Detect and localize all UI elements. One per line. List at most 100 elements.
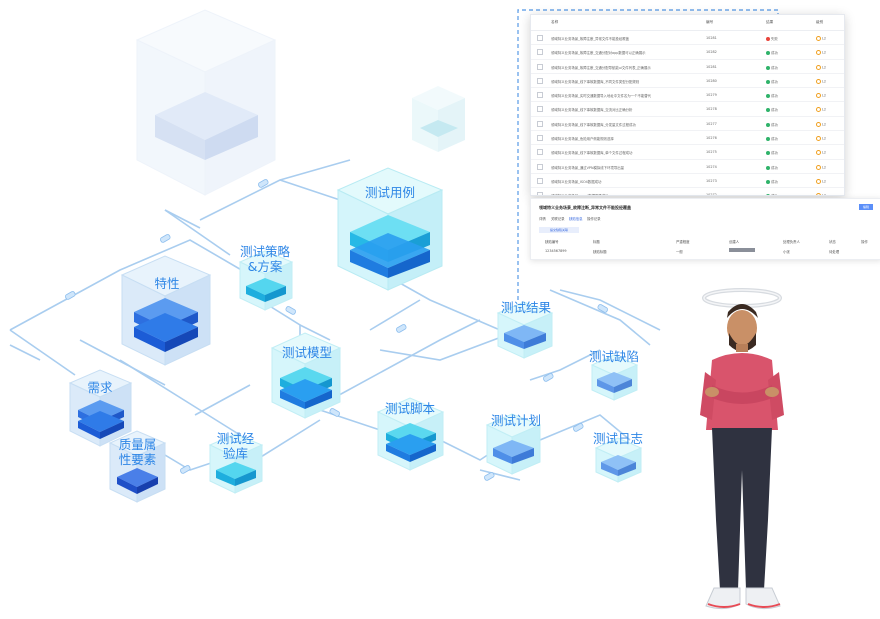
level-dot-icon [816, 50, 821, 56]
table-row[interactable]: 领域特义业务场景_故障注断_交通分配导航能ui文件列表_正确展示 10281 成功 L… [531, 60, 844, 74]
table-row[interactable]: 领域特义业务场景_线下事故数据库_不同文件类型分配规则 10280 成功 L2 [531, 74, 844, 89]
row-status-text: 成功 [771, 79, 778, 84]
row-checkbox[interactable] [537, 77, 543, 84]
status-dot-icon [766, 137, 770, 142]
row-id: 10274 [706, 164, 717, 169]
label-quality-attribute: 质量属 性要素 [118, 437, 157, 467]
row-checkbox[interactable] [537, 149, 543, 156]
background-cube-large [135, 9, 277, 196]
label-feature: 特性 [154, 276, 180, 291]
detail-cell-5: 待处理 [829, 250, 840, 254]
level-dot-icon [816, 107, 821, 113]
table-row[interactable]: 领域特义业务场景_通过VPN模拟线下环境导出量 10274 成功 L2 [531, 160, 844, 174]
row-status-text: 成功 [771, 151, 778, 156]
row-id: 10281 [706, 64, 717, 69]
label-test-result: 测试结果 [500, 300, 551, 315]
row-name: 领域特义业务场景_线下事故数据库_单个文件过程成功 [551, 151, 633, 156]
status-dot-icon [766, 65, 770, 70]
table-row[interactable]: 领域特义业务场景_ISO4数据成功 10273 成功 L2 [531, 174, 844, 189]
detail-col-6: 操作 [861, 240, 868, 244]
detail-col-4: 处理负责人 [783, 240, 800, 244]
add-defect-button[interactable]: 提交缺陷关联 [539, 227, 579, 233]
table-row[interactable]: 领域特义业务场景_实时交通数据导入地址中文件名为一个不能替代 10279 成功 L2 [531, 88, 844, 103]
level-dot-icon [816, 36, 821, 41]
row-id: 10276 [706, 136, 717, 141]
col-name: 名称 [551, 20, 559, 24]
row-level: L2 [816, 107, 827, 113]
row-name: 领域特义业务场景_故障注断_交通分配导航能ui文件列表_正确展示 [551, 65, 651, 70]
level-dot-icon [816, 93, 821, 99]
label-test-log: 测试日志 [592, 431, 643, 446]
row-level: L2 [816, 136, 826, 142]
detail-col-3: 创建人 [729, 240, 740, 244]
row-level-text: L2 [822, 150, 827, 155]
row-id: 10277 [706, 121, 717, 126]
label-test-plan: 测试计划 [490, 413, 541, 428]
tab-details[interactable]: 详情 [539, 216, 546, 221]
row-level: L2 [816, 193, 826, 195]
tab-defects[interactable]: 缺陷信息 [569, 216, 583, 221]
detail-col-1: 标题 [593, 240, 600, 244]
row-level-text: L2 [822, 107, 827, 112]
row-status: 成功 [766, 122, 778, 127]
cube-feature[interactable] [120, 255, 212, 366]
row-name: 领域特义业务场景_线下事故数据库_交流对比正确分析 [551, 108, 633, 113]
row-name: 领域特义业务场景_故障注断_交通分配对app数据可以正确展示 [551, 51, 646, 56]
row-checkbox[interactable] [537, 177, 543, 184]
row-status-text: 成功 [771, 51, 778, 56]
label-requirement: 需求 [87, 380, 113, 395]
table-row[interactable]: 领域特义业务场景_故障注断_交通分配对app数据可以正确展示 10282 成功 L2 [531, 45, 844, 60]
row-status: 成功 [766, 150, 778, 156]
row-level-text: L2 [822, 165, 827, 170]
row-status-text: 成功 [771, 194, 778, 195]
label-test-model: 测试模型 [281, 345, 332, 360]
row-status: 成功 [766, 107, 778, 113]
row-name: 领域特义业务场景_mapi数据图像成功 [551, 193, 609, 195]
detail-cell-0: 1234567899 [545, 249, 567, 253]
label-test-cases: 测试用例 [364, 185, 415, 200]
row-level: L2 [816, 164, 827, 170]
tab-related[interactable]: 关联记录 [551, 216, 565, 221]
col-status: 结果 [766, 20, 774, 24]
edit-button[interactable]: 编辑 [859, 204, 873, 210]
table-row[interactable]: 领域特义业务场景_mapi数据图像成功 10272 成功 L2 [531, 188, 844, 195]
person-illustration [700, 288, 784, 610]
label-test-strategy: 测试策略 &方案 [239, 244, 290, 274]
row-level: L2 [816, 78, 826, 84]
row-name: 领域特义业务场景_实时交通数据导入地址中文件名为一个不能替代 [551, 94, 652, 99]
row-checkbox[interactable] [537, 192, 543, 195]
row-name: 领域特义业务场景_危险用户侧能规则选择 [551, 137, 614, 142]
status-dot-icon [766, 37, 770, 41]
level-dot-icon [816, 121, 821, 127]
row-name: 领域特义业务场景_ISO4数据成功 [551, 179, 602, 184]
level-dot-icon [816, 136, 821, 142]
tab-history[interactable]: 操作记录 [587, 216, 601, 221]
row-checkbox[interactable] [537, 92, 543, 99]
row-name: 领域特义业务场景_故障注断_异常文件不能投经覆盖 [551, 37, 629, 41]
table-row[interactable]: 领域特义业务场景_线下事故数据库_分发量文件过程成功 10277 成功 L2 [531, 117, 844, 132]
row-checkbox[interactable] [537, 135, 543, 142]
table-row[interactable]: 领域特义业务场景_故障注断_异常文件不能投经覆盖 10281 失败 L2 [531, 31, 844, 46]
table-row[interactable]: 领域特义业务场景_线下事故数据库_单个文件过程成功 10275 成功 L2 [531, 145, 844, 160]
level-dot-icon [816, 178, 821, 184]
row-checkbox[interactable] [537, 35, 543, 41]
table-row[interactable]: 领域特义业务场景_危险用户侧能规则选择 10276 成功 L2 [531, 131, 844, 146]
row-status: 成功 [766, 65, 778, 70]
table-row[interactable]: 领域特义业务场景_线下事故数据库_交流对比正确分析 10278 成功 L2 [531, 102, 844, 117]
row-checkbox[interactable] [537, 106, 543, 113]
row-checkbox[interactable] [537, 63, 543, 70]
row-checkbox[interactable] [537, 120, 543, 127]
row-id: 10273 [706, 178, 717, 183]
row-id: 10282 [706, 50, 717, 55]
row-level: L2 [816, 121, 827, 127]
detail-title: 领域特义业务场景_故障注断_异常文件不能投经覆盖 [539, 205, 631, 210]
row-checkbox[interactable] [537, 49, 543, 56]
row-level-text: L2 [822, 179, 827, 184]
row-level-text: L2 [822, 65, 827, 70]
detail-cell-3-bar [729, 248, 755, 252]
row-status: 失败 [766, 36, 778, 41]
row-level-text: L2 [822, 122, 827, 127]
row-checkbox[interactable] [537, 163, 543, 170]
row-level: L2 [816, 36, 826, 41]
row-status-text: 成功 [771, 108, 778, 113]
